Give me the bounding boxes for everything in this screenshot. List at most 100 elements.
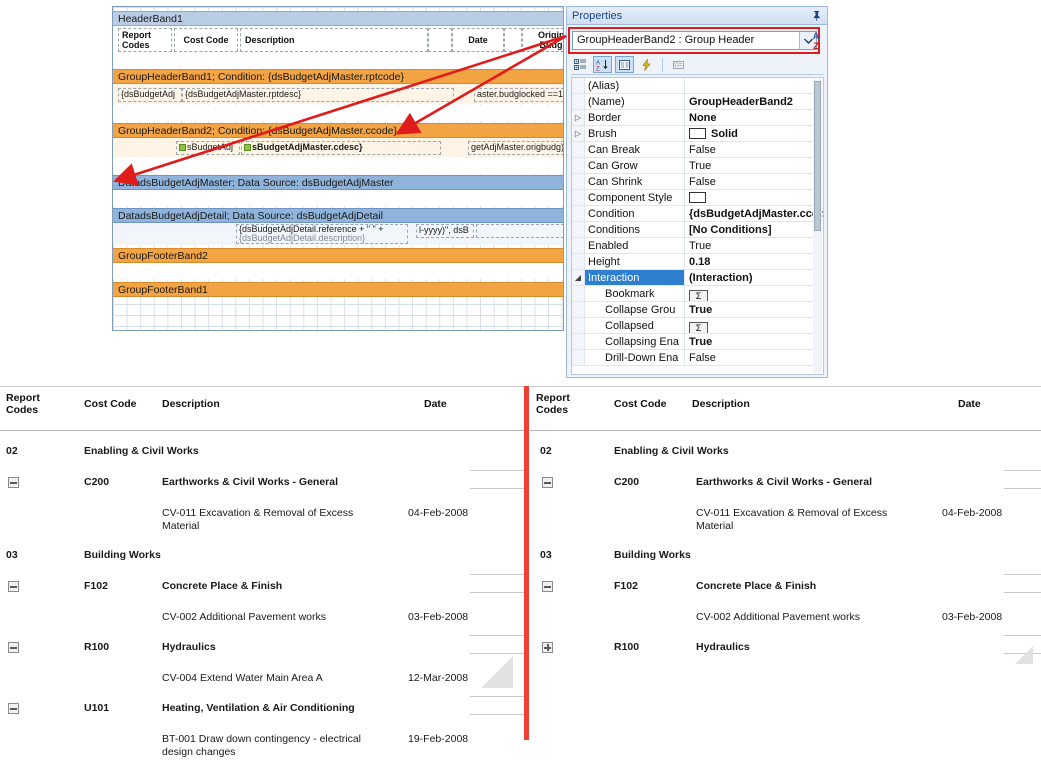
property-row[interactable]: Collapse Grou True xyxy=(572,302,823,318)
property-row[interactable]: Height 0.18 xyxy=(572,254,823,270)
property-row[interactable]: Collapsed Σ xyxy=(572,318,823,334)
textbox-detail-amount[interactable] xyxy=(476,224,563,238)
property-value[interactable]: None xyxy=(685,110,823,125)
property-grid-rows[interactable]: (Alias) (Name) GroupHeaderBand2 ▷ Border None… xyxy=(572,78,823,366)
property-value[interactable]: True xyxy=(685,302,823,317)
property-pages-button[interactable] xyxy=(669,56,688,73)
categorized-button[interactable] xyxy=(571,56,590,73)
property-row[interactable]: Bookmark Σ xyxy=(572,286,823,302)
scrollbar-thumb[interactable] xyxy=(814,81,821,231)
property-row[interactable]: Can Break False xyxy=(572,142,823,158)
property-row[interactable]: ▷ Border None xyxy=(572,110,823,126)
property-name: (Name) xyxy=(585,94,685,109)
designer-col-original-budget[interactable]: OriginalBudget xyxy=(522,28,563,52)
expander-icon[interactable]: ◢ xyxy=(572,270,585,285)
property-value[interactable]: False xyxy=(685,350,823,365)
properties-button[interactable] xyxy=(615,56,634,73)
property-row[interactable]: Enabled True xyxy=(572,238,823,254)
band-data-master[interactable]: DatadsBudgetAdjMaster; Data Source: dsBu… xyxy=(113,175,563,190)
color-swatch[interactable] xyxy=(689,128,706,139)
designer-col-spacer2[interactable] xyxy=(504,28,522,52)
designer-col-cost-code[interactable]: Cost Code xyxy=(174,28,238,52)
collapse-group-button[interactable] xyxy=(542,477,553,488)
property-grid[interactable]: (Alias) (Name) GroupHeaderBand2 ▷ Border None… xyxy=(571,77,824,375)
expression-button[interactable]: Σ xyxy=(689,322,708,333)
collapse-group-button[interactable] xyxy=(8,703,19,714)
designer-col-report-codes[interactable]: Report Codes xyxy=(118,28,172,52)
property-row[interactable]: Component Style xyxy=(572,190,823,206)
expander-icon[interactable]: ▷ xyxy=(572,110,585,125)
preview-group-description: Building Works xyxy=(614,549,691,561)
band-group-footer-band2[interactable]: GroupFooterBand2 xyxy=(113,248,563,263)
preview-cost-description: Hydraulics xyxy=(162,641,216,653)
property-row[interactable]: Drill-Down Ena False xyxy=(572,350,823,366)
color-swatch[interactable] xyxy=(689,192,706,203)
property-value[interactable]: False xyxy=(685,174,823,189)
collapse-group-button[interactable] xyxy=(8,642,19,653)
property-value[interactable] xyxy=(685,78,823,93)
properties-object-combo-wrap[interactable]: GroupHeaderBand2 : Group Header xyxy=(572,31,817,50)
property-value[interactable]: True xyxy=(685,238,823,253)
property-row[interactable]: (Alias) xyxy=(572,78,823,94)
expand-group-button[interactable] xyxy=(542,642,553,653)
textbox-gh2-code[interactable]: sBudgetAdj xyxy=(176,141,240,155)
property-value[interactable]: (Interaction) xyxy=(685,270,823,285)
report-designer-canvas[interactable]: HeaderBand1 Report Codes Cost Code Descri… xyxy=(112,6,564,331)
property-value[interactable]: Σ xyxy=(685,318,823,333)
collapse-group-button[interactable] xyxy=(8,581,19,592)
band-group-footer-band1[interactable]: GroupFooterBand1 xyxy=(113,282,563,297)
property-row[interactable]: ◢ Interaction (Interaction) xyxy=(572,270,823,286)
property-value[interactable]: [No Conditions] xyxy=(685,222,823,237)
property-row[interactable]: ▷ Brush Solid xyxy=(572,126,823,142)
property-row[interactable]: Conditions [No Conditions] xyxy=(572,222,823,238)
property-value[interactable]: Σ xyxy=(685,286,823,301)
properties-toolbar[interactable]: A Z xyxy=(571,55,824,75)
property-row[interactable]: Can Shrink False xyxy=(572,174,823,190)
textbox-gh2-desc[interactable]: sBudgetAdjMaster.cdesc} xyxy=(241,141,441,155)
property-value[interactable]: True xyxy=(685,158,823,173)
property-value[interactable]: 0.18 xyxy=(685,254,823,269)
collapse-group-button[interactable] xyxy=(542,581,553,592)
textbox-gh2-right[interactable]: getAdjMaster.origbudg)} xyxy=(468,141,563,155)
screenshot-root: HeaderBand1 Report Codes Cost Code Descri… xyxy=(0,0,1041,766)
property-value[interactable]: {dsBudgetAdjMaster.ccod xyxy=(685,206,823,221)
expression-button[interactable]: Σ xyxy=(689,290,708,301)
collapse-group-button[interactable] xyxy=(8,477,19,488)
property-grid-scrollbar[interactable] xyxy=(813,79,822,373)
property-value[interactable]: Solid xyxy=(685,126,823,141)
textbox-gh1-desc[interactable]: {dsBudgetAdjMaster.rptdesc} xyxy=(182,88,454,102)
band-group-header-band2[interactable]: GroupHeaderBand2; Condition: {dsBudgetAd… xyxy=(113,123,563,138)
property-value[interactable]: False xyxy=(685,142,823,157)
pin-icon[interactable] xyxy=(810,9,823,22)
designer-col-date[interactable]: Date xyxy=(452,28,504,52)
properties-object-combo[interactable]: GroupHeaderBand2 : Group Header xyxy=(572,31,817,50)
textbox-gh1-code[interactable]: {dsBudgetAdj xyxy=(118,88,182,102)
textbox-gh1-right[interactable]: aster.budglocked ==1)}} xyxy=(474,88,563,102)
property-row[interactable]: Condition {dsBudgetAdjMaster.ccod xyxy=(572,206,823,222)
designer-col-description[interactable]: Description xyxy=(240,28,428,52)
preview-cost-code: R100 xyxy=(614,641,640,653)
preview-detail-description: CV-011 Excavation & Removal of Excess Ma… xyxy=(696,507,888,532)
events-button[interactable] xyxy=(637,56,656,73)
properties-panel[interactable]: Properties GroupHeaderBand2 : Group Head… xyxy=(566,6,828,378)
property-row[interactable]: Collapsing Ena True xyxy=(572,334,823,350)
report-preview-right[interactable]: Report Codes Cost Code Description Date 0… xyxy=(530,386,1041,766)
alphabetical-button[interactable]: A Z xyxy=(593,56,612,73)
expression-icon xyxy=(179,144,186,151)
designer-col-spacer1[interactable] xyxy=(428,28,452,52)
band-group-header-band1[interactable]: GroupHeaderBand1; Condition: {dsBudgetAd… xyxy=(113,69,563,84)
expander-icon[interactable]: ▷ xyxy=(572,126,585,141)
sort-alphabetical-side-button[interactable]: AZ xyxy=(808,31,824,53)
report-preview-left[interactable]: Report Codes Cost Code Description Date 0… xyxy=(0,386,527,766)
band-header-band1[interactable]: HeaderBand1 xyxy=(113,11,563,26)
textbox-detail-date[interactable]: l-yyyy)", dsB xyxy=(416,224,474,238)
property-value-text: 0.18 xyxy=(689,256,711,268)
property-value[interactable]: True xyxy=(685,334,823,349)
property-row[interactable]: Can Grow True xyxy=(572,158,823,174)
row-gutter xyxy=(572,142,585,157)
textbox-detail-desc[interactable]: {dsBudgetAdjDetail.reference + " " + {dsB… xyxy=(236,224,408,244)
property-row[interactable]: (Name) GroupHeaderBand2 xyxy=(572,94,823,110)
band-data-detail[interactable]: DatadsBudgetAdjDetail; Data Source: dsBu… xyxy=(113,208,563,223)
property-value[interactable]: GroupHeaderBand2 xyxy=(685,94,823,109)
property-value[interactable] xyxy=(685,190,823,205)
